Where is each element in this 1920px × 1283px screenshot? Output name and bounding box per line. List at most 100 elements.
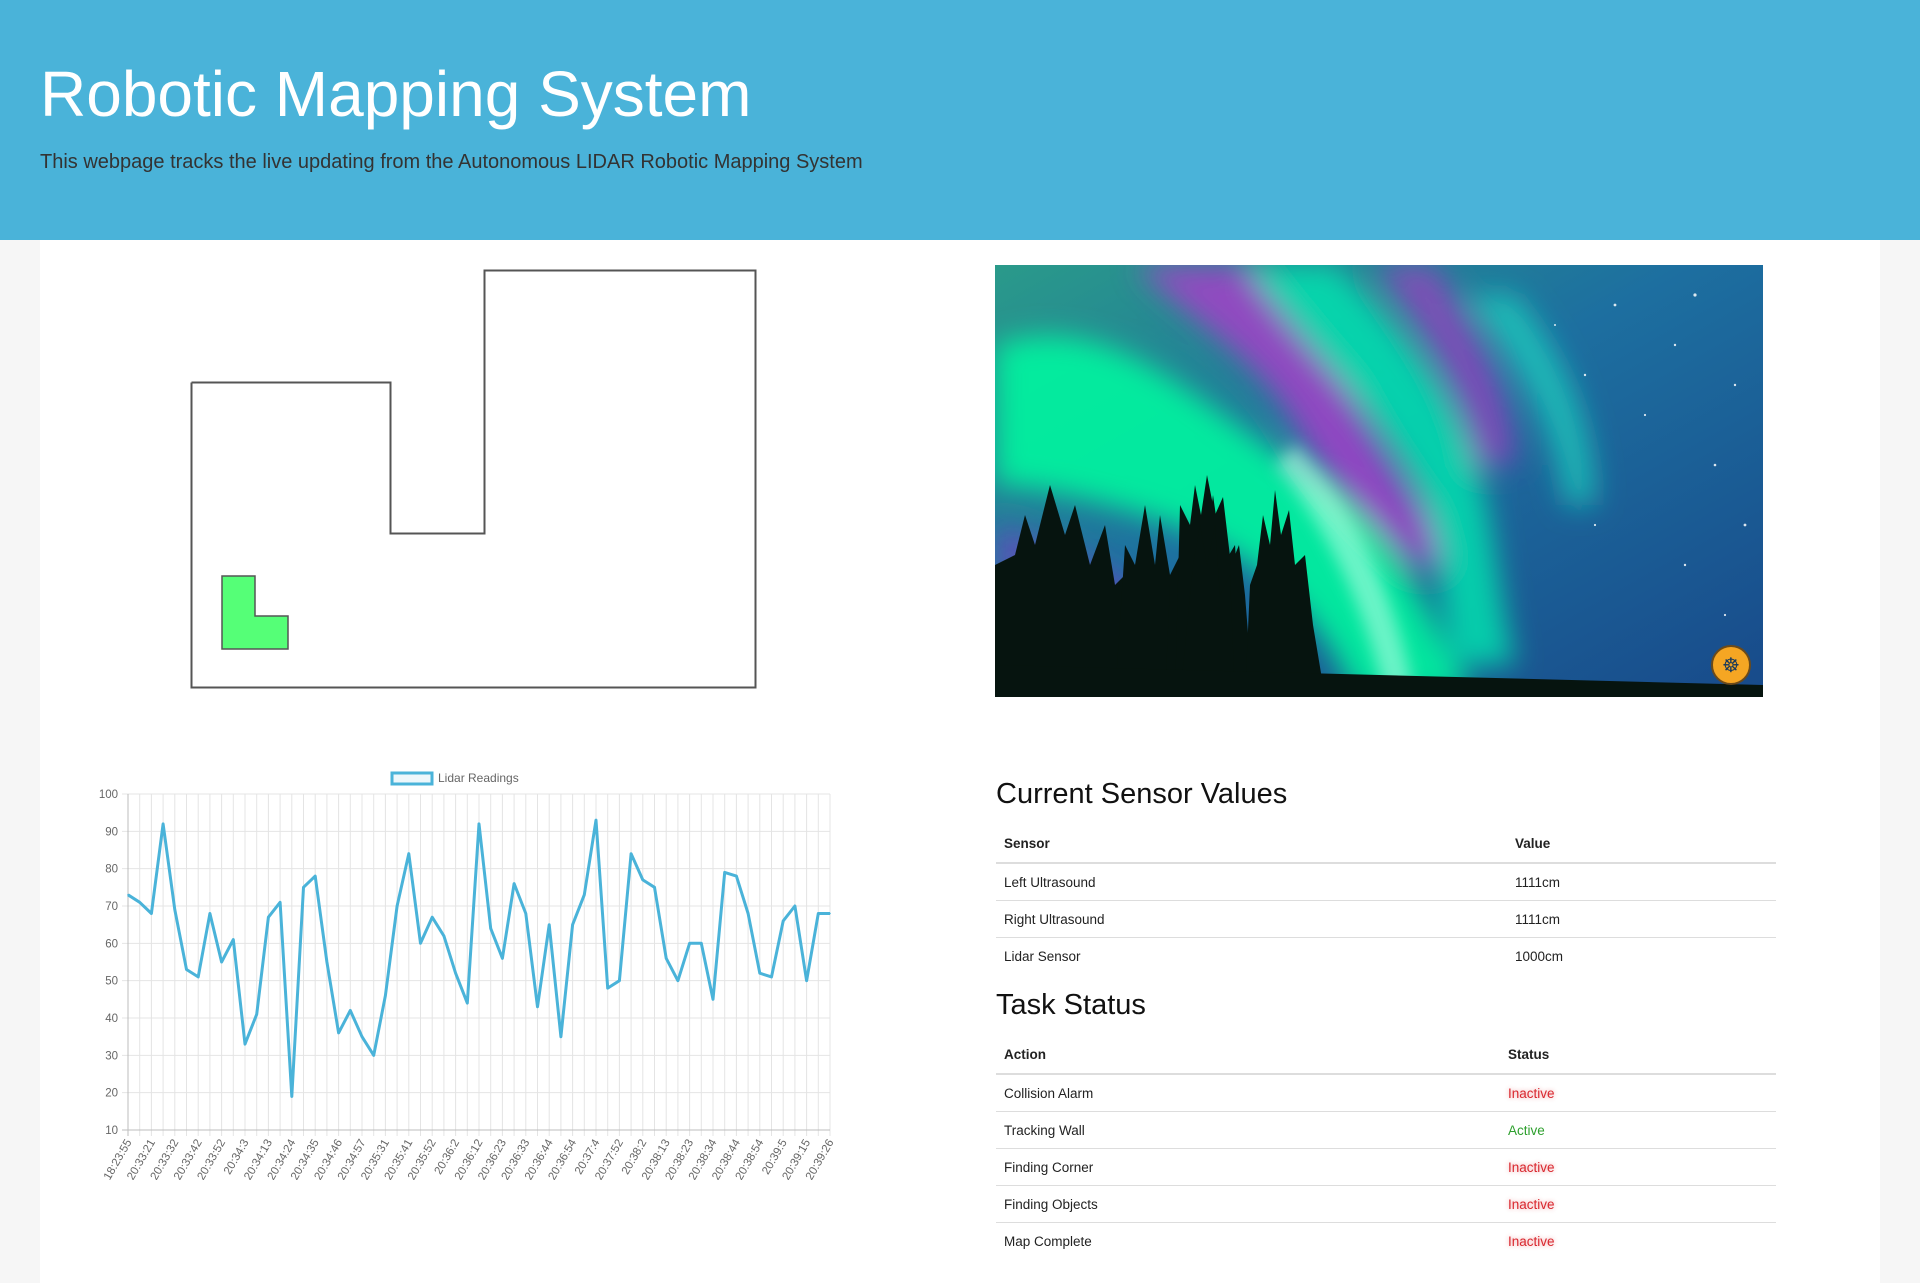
data-point [478,823,480,825]
data-point [255,1013,258,1016]
task-action: Tracking Wall [996,1111,1500,1149]
sensor-values-title: Current Sensor Values [996,778,1288,810]
data-point [618,979,621,982]
data-point [700,942,703,945]
data-point [805,979,808,982]
meditation-logo-icon: ☸ [1711,645,1751,685]
task-status-title: Task Status [996,989,1146,1021]
task-action: Collision Alarm [996,1073,1500,1112]
data-point [150,912,153,915]
sensor-value: 1111cm [1507,900,1776,938]
y-tick-label: 40 [105,1013,118,1025]
data-point [770,976,773,978]
data-point [513,882,515,885]
task-action: Finding Corner [996,1148,1500,1186]
data-point [548,923,550,926]
data-point [372,1054,375,1057]
y-tick-label: 90 [105,826,118,838]
aurora-video[interactable]: ☸ [995,265,1763,697]
robot-marker [221,575,289,650]
sensor-value: 1111cm [1507,862,1776,901]
data-point [677,979,679,982]
data-point [337,1032,340,1034]
table-row: Left Ultrasound 1111cm [996,862,1776,901]
data-point [209,912,211,915]
data-point [560,1035,562,1038]
sensor-value: 1000cm [1507,937,1776,974]
data-point [349,1009,352,1012]
data-point [291,1095,293,1098]
data-point [326,961,328,963]
column-header-value: Value [1507,824,1776,864]
data-point [653,886,656,889]
table-row: Tracking Wall Active [996,1111,1776,1149]
data-point [408,852,410,855]
chart-y-axis: 10 20 30 40 50 60 70 80 90 100 [99,789,118,1137]
chart-x-axis: 18:23:5520:33:2120:33:3220:33:4220:33:52… [102,1137,837,1180]
data-point [220,961,223,963]
column-header-action: Action [996,1035,1500,1075]
data-point [185,968,188,971]
data-point [759,972,761,974]
status-badge: Inactive [1500,1222,1776,1259]
status-badge: Inactive [1500,1148,1776,1186]
aurora-image [995,265,1763,697]
status-badge: Active [1500,1111,1776,1149]
data-point [782,920,784,922]
data-point [396,905,398,907]
data-point [665,957,667,960]
data-point [454,972,457,974]
header-banner: Robotic Mapping System This webpage trac… [0,0,1920,240]
data-point [595,819,597,821]
table-row: Finding Corner Inactive [996,1148,1776,1186]
data-point [384,994,387,997]
data-point [314,875,316,877]
data-point [688,942,691,945]
data-point [162,823,164,825]
y-tick-label: 60 [105,938,118,950]
data-point [794,905,796,907]
column-header-sensor: Sensor [996,824,1507,864]
data-point [489,927,492,930]
data-point [630,852,632,855]
table-row: Right Ultrasound 1111cm [996,900,1776,938]
y-tick-label: 80 [105,864,118,876]
data-point [466,1002,469,1004]
sensor-table: Sensor Value Left Ultrasound 1111cm Righ… [996,824,1776,974]
y-tick-label: 20 [105,1088,118,1100]
table-row: Collision Alarm Inactive [996,1073,1776,1112]
sensor-table-header: Sensor Value [996,824,1776,864]
table-row: Map Complete Inactive [996,1222,1776,1259]
page-title: Robotic Mapping System [40,58,752,130]
sensor-name: Right Ultrasound [996,900,1507,938]
y-tick-label: 100 [99,789,118,801]
data-point [138,901,141,904]
page-subtitle: This webpage tracks the live updating fr… [40,151,863,173]
data-point [829,912,831,915]
chart-legend: Lidar Readings [390,771,519,786]
sensor-name: Left Ultrasound [996,862,1507,901]
y-tick-label: 30 [105,1050,118,1062]
data-point [232,938,235,941]
data-point [571,923,574,926]
data-point [642,879,644,881]
data-point [712,998,714,1001]
chart-grid [122,793,831,1136]
lidar-chart: 10 20 30 40 50 60 70 80 90 100 18:23:5520:33:2120… [99,771,837,1180]
data-point [525,912,527,915]
legend-swatch [390,771,434,786]
task-table-header: Action Status [996,1035,1776,1075]
data-point [443,935,445,937]
table-row: Lidar Sensor 1000cm [996,937,1776,974]
data-point [431,916,434,918]
status-badge: Inactive [1500,1073,1776,1112]
task-action: Map Complete [996,1222,1500,1259]
table-row: Finding Objects Inactive [996,1185,1776,1223]
room-map [190,269,757,689]
sensor-name: Lidar Sensor [996,937,1507,974]
y-tick-label: 70 [105,901,118,913]
legend-label: Lidar Readings [438,771,519,785]
data-point [197,976,199,978]
data-point [361,1035,363,1038]
data-point [419,942,422,945]
